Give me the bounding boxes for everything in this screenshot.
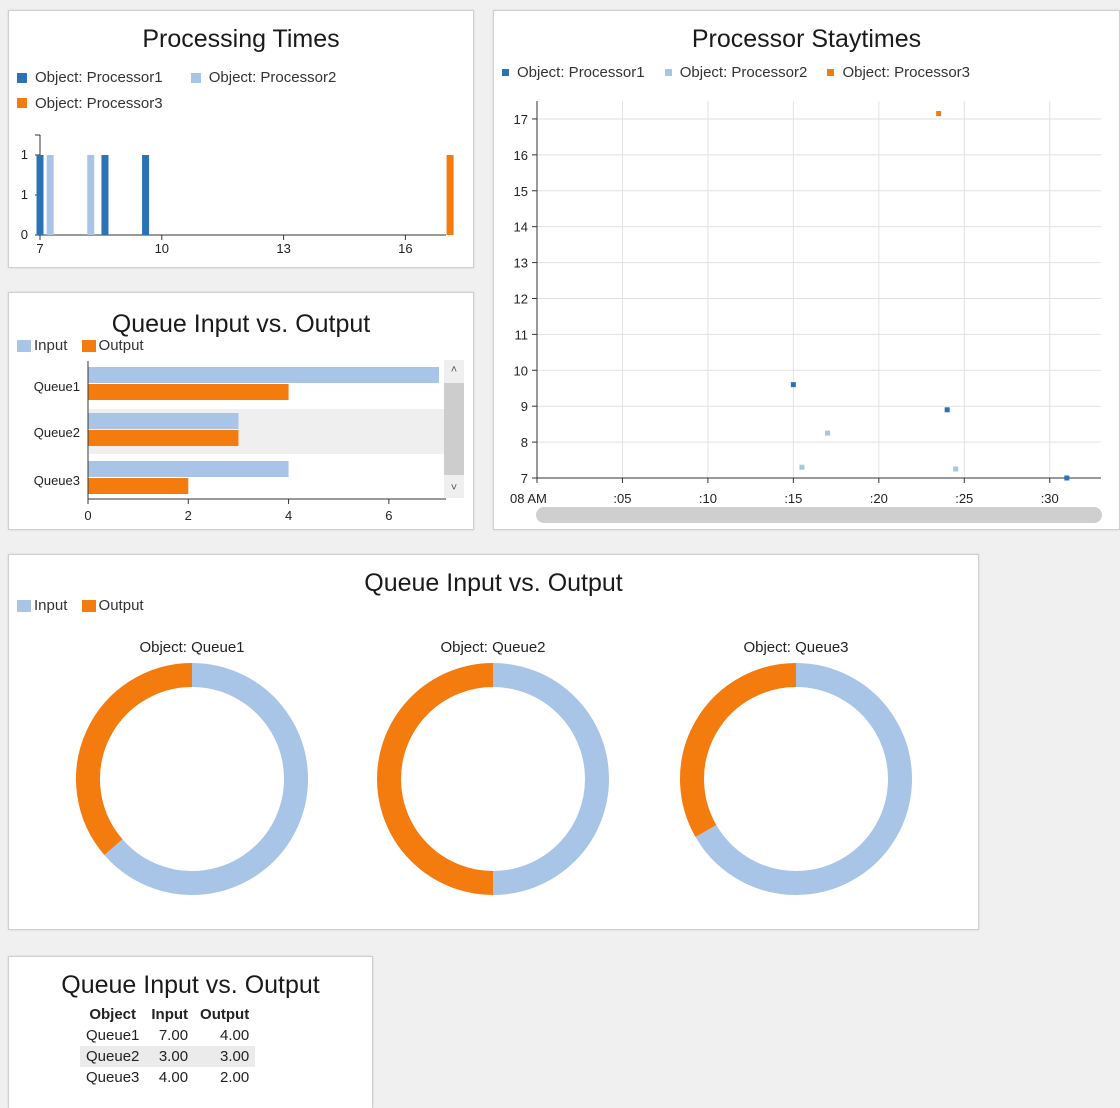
bar-output [88,430,239,446]
table-header-row: Object Input Output [80,1004,255,1025]
table-cell-object: Queue2 [80,1046,146,1067]
y-tick-label: 0 [21,227,28,242]
table-row[interactable]: Queue2 3.00 3.00 [80,1046,256,1067]
column-header-output: Output [200,1006,250,1023]
point-processor3 [936,111,942,117]
x-tick-label: 0 [84,508,91,523]
processor-staytimes-panel: Processor Staytimes Object: Processor1 O… [493,10,1120,530]
vertical-scrollbar-thumb[interactable] [444,383,464,475]
horizontal-scrollbar[interactable] [536,507,1102,523]
donut-slice-output [377,663,494,895]
column-header-object: Object [89,1006,137,1023]
table-cell-input: 7.00 [158,1027,189,1044]
column-header-input: Input [151,1006,189,1023]
x-tick-label: :10 [699,491,717,506]
x-tick-label: :25 [955,491,973,506]
category-label: Queue3 [34,473,80,488]
x-tick-label: 08 AM [510,491,547,506]
x-tick-label: 16 [398,241,412,256]
point-processor2 [953,466,959,472]
bar-processor3 [446,155,454,235]
bar-output [88,478,189,494]
bar-output [88,384,289,400]
y-tick-label: 13 [514,256,528,271]
table-cell-output: 4.00 [220,1027,250,1044]
point-processor2 [825,430,831,436]
x-tick-label: :15 [784,491,802,506]
y-tick-label: 1 [21,187,28,202]
category-label: Queue2 [34,425,80,440]
y-tick-label: 8 [521,435,528,450]
table-row[interactable]: Queue1 7.00 4.00 [80,1025,255,1046]
table-row[interactable]: Queue3 4.00 2.00 [80,1067,255,1088]
y-tick-label: 15 [514,184,528,199]
donut-slice-input [104,663,308,895]
table-cell-input: 4.00 [158,1069,189,1086]
queue-bar-panel: Queue Input vs. Output Input Output Queu… [8,292,474,530]
donut-slice-output [680,663,797,837]
y-tick-label: 16 [514,148,528,163]
table-cell-output: 3.00 [194,1046,256,1067]
point-processor1 [790,382,796,388]
queue-data-table: Object Input Output Queue1 7.00 4.00 Que… [80,1004,256,1088]
donut-label: Object: Queue3 [743,639,848,656]
queue-bar-chart: Queue1 Queue2 Queue3 0 2 4 6 [34,361,446,523]
y-tick-label: 7 [521,471,528,486]
x-tick-label: :30 [1041,491,1059,506]
category-label: Queue1 [34,379,80,394]
bar-processor1 [36,155,44,235]
bar-input [88,367,439,383]
point-processor1 [944,407,950,413]
x-tick-label: 4 [285,508,292,523]
x-tick-label: 6 [385,508,392,523]
y-tick-label: 9 [521,399,528,414]
donut-slice-input [492,663,609,895]
bar-processor2 [87,155,95,235]
point-processor2 [799,464,805,470]
x-tick-label: 2 [185,508,192,523]
donut-label: Object: Queue1 [139,639,244,656]
donut-label: Object: Queue2 [440,639,545,656]
queue-table-title: Queue Input vs. Output [61,971,320,999]
y-tick-label: 1 [21,147,28,162]
processing-times-panel: Processing Times Object: Processor1 Obje… [8,10,474,268]
y-tick-label: 14 [514,220,528,235]
y-tick-label: 12 [514,291,528,306]
bar-input [88,461,289,477]
processor-staytimes-chart: 7 8 9 10 11 12 13 14 15 16 17 08 AM :05 :10 :15 :20 :25:… [510,101,1101,506]
x-tick-label: 10 [155,241,169,256]
x-tick-label: :20 [870,491,888,506]
table-cell-object: Queue1 [86,1027,140,1044]
table-cell-input: 3.00 [145,1046,195,1067]
donut-slice-output [76,663,193,855]
x-tick-label: 13 [276,241,290,256]
queue-donuts-panel: Queue Input vs. Output Input Output Obje… [8,554,979,930]
bar-processor2 [46,155,54,235]
table-cell-object: Queue3 [86,1069,140,1086]
point-processor1 [1064,475,1070,481]
y-tick-label: 17 [514,112,528,127]
table-cell-output: 2.00 [220,1069,250,1086]
processing-times-chart: 7 10 13 16 0 1 1 [21,134,454,256]
x-tick-label: :05 [613,491,631,506]
x-tick-label: 7 [36,241,43,256]
scroll-down-arrow-icon[interactable]: ˅ [444,478,464,498]
queue-donuts-chart: Object: Queue1 Object: Queue2 Object: Queu… [76,639,912,895]
y-tick-label: 11 [515,327,529,342]
bar-processor1 [142,155,150,235]
scroll-up-arrow-icon[interactable]: ˄ [444,360,464,380]
y-tick-label: 10 [514,363,528,378]
bar-processor1 [101,155,109,235]
bar-input [88,413,239,429]
